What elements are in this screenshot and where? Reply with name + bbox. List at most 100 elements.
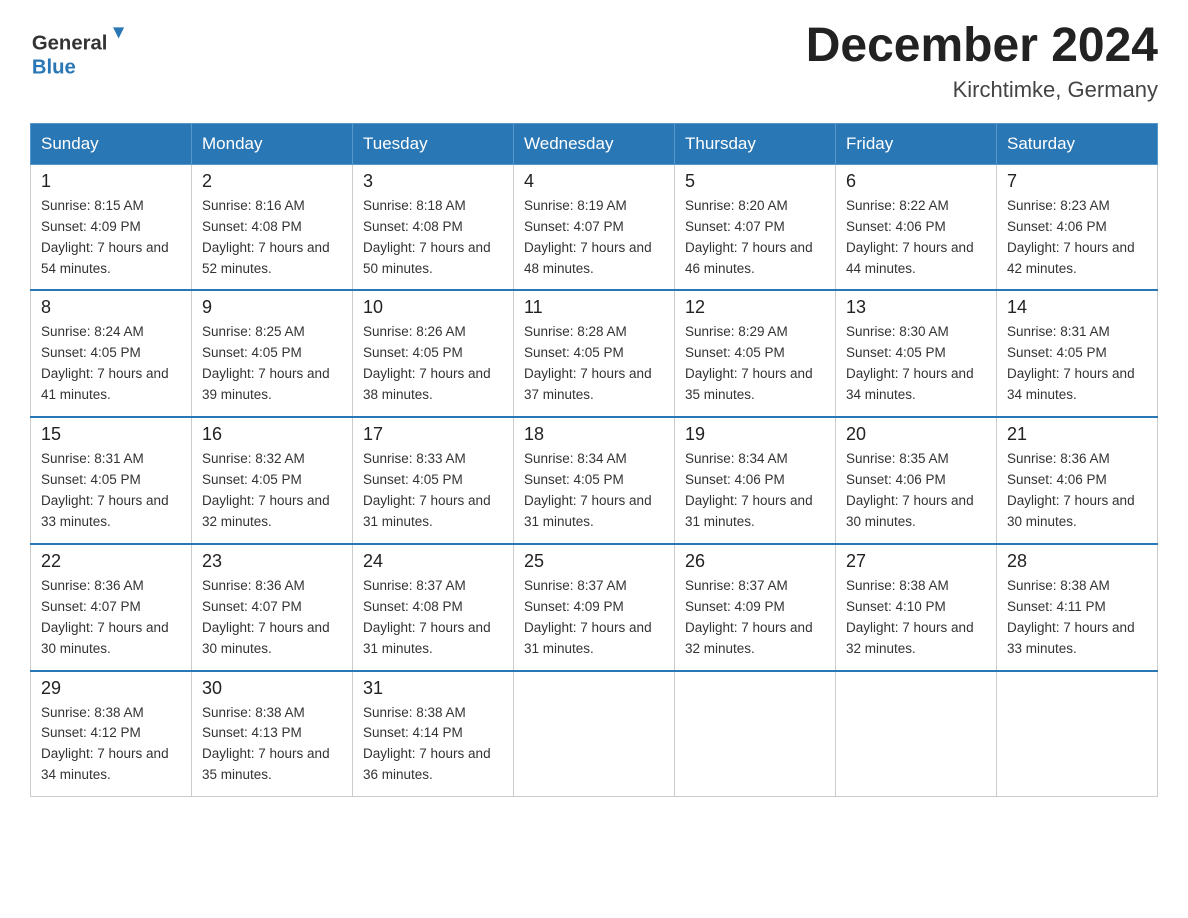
day-number: 4 (524, 171, 664, 192)
calendar-cell: 5 Sunrise: 8:20 AMSunset: 4:07 PMDaylight… (675, 164, 836, 290)
day-number: 13 (846, 297, 986, 318)
day-number: 14 (1007, 297, 1147, 318)
day-info: Sunrise: 8:33 AMSunset: 4:05 PMDaylight:… (363, 449, 503, 533)
day-number: 25 (524, 551, 664, 572)
day-info: Sunrise: 8:24 AMSunset: 4:05 PMDaylight:… (41, 322, 181, 406)
header-thursday: Thursday (675, 123, 836, 164)
calendar-cell: 3 Sunrise: 8:18 AMSunset: 4:08 PMDaylight… (353, 164, 514, 290)
day-number: 7 (1007, 171, 1147, 192)
calendar-cell: 10 Sunrise: 8:26 AMSunset: 4:05 PMDayligh… (353, 290, 514, 417)
day-info: Sunrise: 8:38 AMSunset: 4:12 PMDaylight:… (41, 703, 181, 787)
day-info: Sunrise: 8:23 AMSunset: 4:06 PMDaylight:… (1007, 196, 1147, 280)
day-number: 11 (524, 297, 664, 318)
calendar-cell: 28Sunrise: 8:38 AMSunset: 4:11 PMDayligh… (997, 544, 1158, 671)
day-info: Sunrise: 8:26 AMSunset: 4:05 PMDaylight:… (363, 322, 503, 406)
day-number: 18 (524, 424, 664, 445)
calendar-cell: 6 Sunrise: 8:22 AMSunset: 4:06 PMDaylight… (836, 164, 997, 290)
calendar-cell: 18 Sunrise: 8:34 AMSunset: 4:05 PMDayligh… (514, 417, 675, 544)
calendar-cell: 24 Sunrise: 8:37 AMSunset: 4:08 PMDayligh… (353, 544, 514, 671)
calendar-cell: 17 Sunrise: 8:33 AMSunset: 4:05 PMDayligh… (353, 417, 514, 544)
day-number: 10 (363, 297, 503, 318)
day-info: Sunrise: 8:38 AMSunset: 4:13 PMDaylight:… (202, 703, 342, 787)
day-number: 6 (846, 171, 986, 192)
day-info: Sunrise: 8:20 AMSunset: 4:07 PMDaylight:… (685, 196, 825, 280)
calendar-cell: 30 Sunrise: 8:38 AMSunset: 4:13 PMDayligh… (192, 671, 353, 797)
day-info: Sunrise: 8:32 AMSunset: 4:05 PMDaylight:… (202, 449, 342, 533)
day-info: Sunrise: 8:37 AMSunset: 4:09 PMDaylight:… (524, 576, 664, 660)
day-info: Sunrise: 8:37 AMSunset: 4:09 PMDaylight:… (685, 576, 825, 660)
day-info: Sunrise: 8:36 AMSunset: 4:07 PMDaylight:… (202, 576, 342, 660)
calendar-cell: 7 Sunrise: 8:23 AMSunset: 4:06 PMDaylight… (997, 164, 1158, 290)
day-info: Sunrise: 8:22 AMSunset: 4:06 PMDaylight:… (846, 196, 986, 280)
calendar-cell: 29 Sunrise: 8:38 AMSunset: 4:12 PMDayligh… (31, 671, 192, 797)
day-number: 26 (685, 551, 825, 572)
day-number: 19 (685, 424, 825, 445)
day-number: 28 (1007, 551, 1147, 572)
day-number: 22 (41, 551, 181, 572)
generalblue-logo: General Blue (30, 20, 150, 80)
calendar-cell: 27 Sunrise: 8:38 AMSunset: 4:10 PMDayligh… (836, 544, 997, 671)
month-title: December 2024 (806, 20, 1158, 73)
day-info: Sunrise: 8:29 AMSunset: 4:05 PMDaylight:… (685, 322, 825, 406)
day-number: 5 (685, 171, 825, 192)
calendar-table: Sunday Monday Tuesday Wednesday Thursday… (30, 123, 1158, 797)
day-number: 12 (685, 297, 825, 318)
day-number: 31 (363, 678, 503, 699)
day-number: 15 (41, 424, 181, 445)
calendar-cell: 1 Sunrise: 8:15 AMSunset: 4:09 PMDaylight… (31, 164, 192, 290)
calendar-cell: 31Sunrise: 8:38 AMSunset: 4:14 PMDayligh… (353, 671, 514, 797)
calendar-week-row: 15Sunrise: 8:31 AMSunset: 4:05 PMDayligh… (31, 417, 1158, 544)
day-number: 24 (363, 551, 503, 572)
svg-text:Blue: Blue (32, 57, 76, 79)
calendar-cell: 2Sunrise: 8:16 AMSunset: 4:08 PMDaylight… (192, 164, 353, 290)
day-info: Sunrise: 8:18 AMSunset: 4:08 PMDaylight:… (363, 196, 503, 280)
calendar-cell: 26 Sunrise: 8:37 AMSunset: 4:09 PMDayligh… (675, 544, 836, 671)
calendar-week-row: 29 Sunrise: 8:38 AMSunset: 4:12 PMDayligh… (31, 671, 1158, 797)
day-info: Sunrise: 8:35 AMSunset: 4:06 PMDaylight:… (846, 449, 986, 533)
day-number: 30 (202, 678, 342, 699)
calendar-cell (997, 671, 1158, 797)
day-number: 1 (41, 171, 181, 192)
day-number: 17 (363, 424, 503, 445)
day-info: Sunrise: 8:31 AMSunset: 4:05 PMDaylight:… (1007, 322, 1147, 406)
calendar-cell (675, 671, 836, 797)
calendar-cell: 25 Sunrise: 8:37 AMSunset: 4:09 PMDayligh… (514, 544, 675, 671)
calendar-week-row: 22 Sunrise: 8:36 AMSunset: 4:07 PMDayligh… (31, 544, 1158, 671)
day-number: 9 (202, 297, 342, 318)
calendar-cell: 23 Sunrise: 8:36 AMSunset: 4:07 PMDayligh… (192, 544, 353, 671)
calendar-week-row: 1 Sunrise: 8:15 AMSunset: 4:09 PMDaylight… (31, 164, 1158, 290)
calendar-cell: 4 Sunrise: 8:19 AMSunset: 4:07 PMDaylight… (514, 164, 675, 290)
day-number: 3 (363, 171, 503, 192)
day-info: Sunrise: 8:25 AMSunset: 4:05 PMDaylight:… (202, 322, 342, 406)
day-number: 23 (202, 551, 342, 572)
day-info: Sunrise: 8:38 AMSunset: 4:10 PMDaylight:… (846, 576, 986, 660)
day-info: Sunrise: 8:16 AMSunset: 4:08 PMDaylight:… (202, 196, 342, 280)
calendar-cell: 14 Sunrise: 8:31 AMSunset: 4:05 PMDayligh… (997, 290, 1158, 417)
calendar-cell: 22Sunrise: 8:36 AMSunset: 4:07 PMDayligh… (31, 544, 192, 671)
day-info: Sunrise: 8:28 AMSunset: 4:05 PMDaylight:… (524, 322, 664, 406)
day-info: Sunrise: 8:34 AMSunset: 4:06 PMDaylight:… (685, 449, 825, 533)
header-friday: Friday (836, 123, 997, 164)
day-number: 21 (1007, 424, 1147, 445)
page-header: General Blue December 2024 Kirchtimke, G… (30, 20, 1158, 103)
day-number: 27 (846, 551, 986, 572)
calendar-cell: 11 Sunrise: 8:28 AMSunset: 4:05 PMDayligh… (514, 290, 675, 417)
day-info: Sunrise: 8:37 AMSunset: 4:08 PMDaylight:… (363, 576, 503, 660)
day-number: 16 (202, 424, 342, 445)
day-number: 8 (41, 297, 181, 318)
calendar-cell: 20 Sunrise: 8:35 AMSunset: 4:06 PMDayligh… (836, 417, 997, 544)
day-info: Sunrise: 8:34 AMSunset: 4:05 PMDaylight:… (524, 449, 664, 533)
calendar-title-area: December 2024 Kirchtimke, Germany (806, 20, 1158, 103)
calendar-cell: 13Sunrise: 8:30 AMSunset: 4:05 PMDayligh… (836, 290, 997, 417)
logo: General Blue (30, 20, 150, 80)
svg-text:General: General (32, 33, 108, 55)
day-number: 29 (41, 678, 181, 699)
calendar-cell: 16 Sunrise: 8:32 AMSunset: 4:05 PMDayligh… (192, 417, 353, 544)
calendar-cell: 9 Sunrise: 8:25 AMSunset: 4:05 PMDaylight… (192, 290, 353, 417)
day-info: Sunrise: 8:19 AMSunset: 4:07 PMDaylight:… (524, 196, 664, 280)
header-wednesday: Wednesday (514, 123, 675, 164)
day-number: 20 (846, 424, 986, 445)
day-info: Sunrise: 8:15 AMSunset: 4:09 PMDaylight:… (41, 196, 181, 280)
calendar-cell (514, 671, 675, 797)
header-sunday: Sunday (31, 123, 192, 164)
